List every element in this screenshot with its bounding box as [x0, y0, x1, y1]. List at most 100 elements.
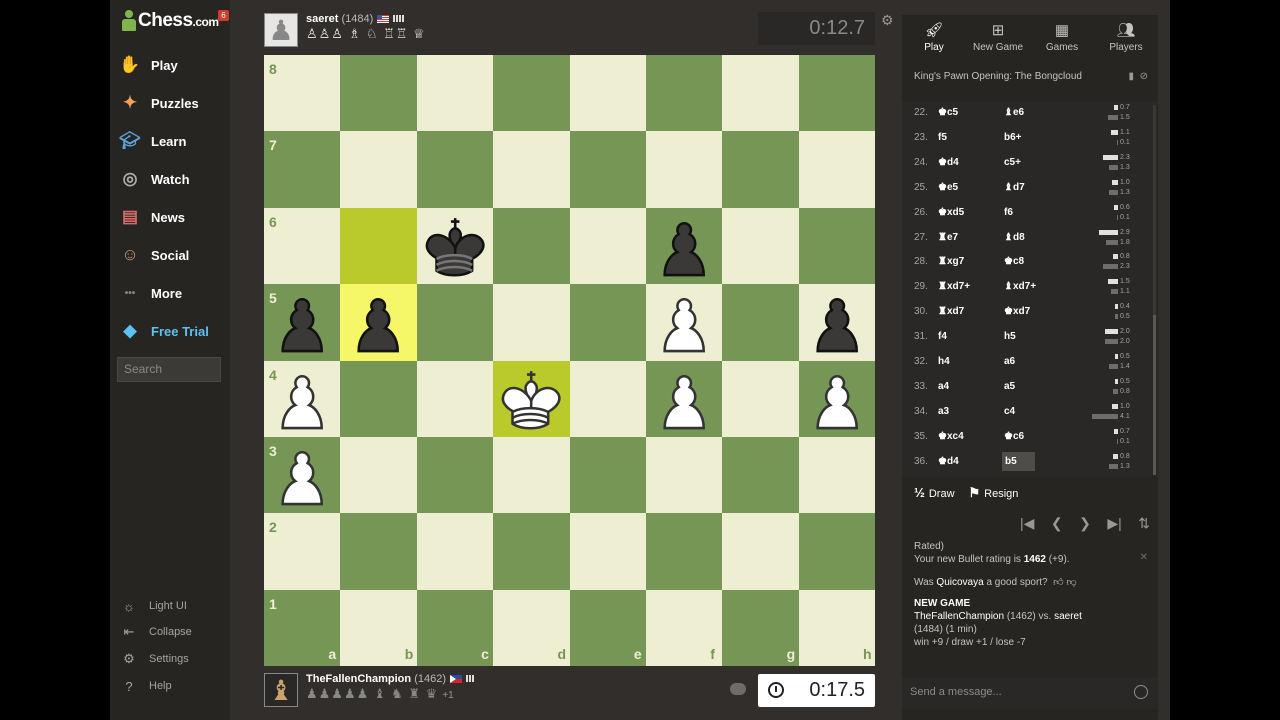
white-move[interactable]: ♚d4	[938, 456, 959, 467]
white-move[interactable]: ♜xd7	[938, 306, 964, 317]
sidebar-item-more[interactable]: ••• More	[118, 278, 182, 308]
square-f2[interactable]	[645, 513, 723, 590]
next-move-icon[interactable]: ❯	[1079, 515, 1091, 532]
tab-players[interactable]: 👥︎ Players	[1094, 15, 1158, 59]
square-e5[interactable]	[569, 284, 646, 361]
white-king-d4[interactable]	[493, 361, 569, 437]
black-move[interactable]: a6	[1004, 356, 1015, 367]
square-g2[interactable]	[722, 513, 799, 590]
move-list-scrollbar[interactable]	[1153, 105, 1156, 475]
black-move[interactable]: c4	[1004, 406, 1015, 417]
tab-play[interactable]: 🚀︎ Play	[902, 15, 966, 59]
white-move[interactable]: h4	[938, 356, 950, 367]
square-h6[interactable]	[798, 207, 875, 285]
prev-move-icon[interactable]: ❮	[1051, 515, 1063, 532]
white-move[interactable]: a3	[938, 406, 949, 417]
square-g7[interactable]	[722, 131, 799, 208]
square-b3[interactable]	[340, 436, 417, 514]
white-pawn-a3[interactable]	[264, 437, 340, 513]
black-king-c6[interactable]	[417, 208, 493, 284]
square-e4[interactable]	[569, 360, 646, 437]
square-e6[interactable]	[569, 207, 646, 285]
square-g3[interactable]	[722, 436, 799, 514]
book-icon[interactable]: ▮	[1129, 71, 1135, 82]
square-d5[interactable]	[493, 284, 570, 361]
square-b7[interactable]	[340, 131, 417, 208]
thumbs-up-icon[interactable]: 👍︎	[1050, 577, 1063, 588]
black-move[interactable]: ♚xd7	[1004, 306, 1030, 317]
avatar[interactable]: ♟	[264, 13, 298, 47]
square-h3[interactable]	[798, 436, 875, 514]
chat-input[interactable]: Send a message...	[902, 677, 1158, 709]
player-name[interactable]: saeret	[306, 13, 338, 25]
square-b2[interactable]	[340, 513, 417, 590]
black-move[interactable]: c5+	[1004, 157, 1021, 168]
tab-new-game[interactable]: ⊞ New Game	[966, 15, 1030, 59]
chesscom-logo[interactable]: Chess.com 6	[122, 8, 229, 34]
white-move[interactable]: ♚d4	[938, 157, 959, 168]
black-move[interactable]: b6+	[1004, 132, 1022, 143]
white-move[interactable]: f5	[938, 132, 947, 143]
square-d6[interactable]	[493, 207, 570, 285]
square-e8[interactable]	[569, 55, 646, 132]
square-c2[interactable]	[416, 513, 494, 590]
square-c4[interactable]	[416, 360, 494, 437]
compass-icon[interactable]: ⊘	[1140, 71, 1148, 82]
square-d2[interactable]	[493, 513, 570, 590]
notification-badge[interactable]: 6	[218, 10, 229, 21]
square-g4[interactable]	[722, 360, 799, 437]
square-g6[interactable]	[722, 207, 799, 285]
tab-games[interactable]: ▦ Games	[1030, 15, 1094, 59]
chess-board[interactable]: 87654321abcdefgh	[264, 55, 875, 666]
black-move[interactable]: ♚c8	[1004, 256, 1024, 267]
white-move[interactable]: ♜e7	[938, 232, 958, 243]
sidebar-item-play[interactable]: ✋ Play	[118, 50, 177, 80]
square-b6[interactable]	[340, 207, 417, 285]
square-c3[interactable]	[416, 436, 494, 514]
black-move[interactable]: ♝e6	[1004, 107, 1024, 118]
square-b8[interactable]	[340, 55, 417, 132]
black-move[interactable]: b5	[1002, 451, 1035, 471]
square-d8[interactable]	[493, 55, 570, 132]
white-pawn-f4[interactable]	[646, 361, 722, 437]
search-input[interactable]: Search	[117, 357, 221, 382]
resign-button[interactable]: ⚑ Resign	[969, 485, 1019, 501]
black-pawn-f6[interactable]	[646, 208, 722, 284]
sidebar-item-news[interactable]: ▤ News	[118, 202, 185, 232]
draw-button[interactable]: ½ Draw	[914, 485, 955, 501]
square-f8[interactable]	[645, 55, 723, 132]
square-d3[interactable]	[493, 436, 570, 514]
white-pawn-f5[interactable]	[646, 284, 722, 360]
white-move[interactable]: a4	[938, 381, 949, 392]
white-move[interactable]: ♜xg7	[938, 256, 964, 267]
white-move[interactable]: f4	[938, 331, 947, 342]
square-c5[interactable]	[416, 284, 494, 361]
black-move[interactable]: f6	[1004, 207, 1013, 218]
square-e7[interactable]	[569, 131, 646, 208]
square-h2[interactable]	[798, 513, 875, 590]
white-move[interactable]: ♜xd7+	[938, 281, 970, 292]
black-move[interactable]: ♝d7	[1004, 182, 1025, 193]
avatar[interactable]: ♝	[264, 673, 298, 707]
black-move[interactable]: ♚c6	[1004, 431, 1024, 442]
flip-board-icon[interactable]: ⇅	[1138, 515, 1150, 532]
square-e3[interactable]	[569, 436, 646, 514]
last-move-icon[interactable]: ▶|	[1107, 515, 1121, 532]
square-b4[interactable]	[340, 360, 417, 437]
black-move[interactable]: a5	[1004, 381, 1015, 392]
square-d7[interactable]	[493, 131, 570, 208]
white-move[interactable]: ♚xc4	[938, 431, 964, 442]
emoji-icon[interactable]	[1134, 685, 1148, 699]
black-move[interactable]: ♝d8	[1004, 232, 1025, 243]
black-pawn-b5[interactable]	[340, 284, 416, 360]
square-h8[interactable]	[798, 55, 875, 132]
chat-bubble-icon[interactable]	[730, 683, 746, 695]
sidebar-light-ui[interactable]: ☼ Light UI	[120, 595, 187, 617]
sidebar-collapse[interactable]: ⇤ Collapse	[120, 621, 192, 643]
first-move-icon[interactable]: |◀	[1020, 515, 1034, 532]
sidebar-item-free-trial[interactable]: ◆ Free Trial	[118, 316, 208, 346]
sidebar-item-learn[interactable]: 🎓︎ Learn	[118, 126, 186, 156]
player-name[interactable]: TheFallenChampion	[306, 673, 411, 685]
square-f7[interactable]	[645, 131, 723, 208]
black-pawn-a5[interactable]	[264, 284, 340, 360]
